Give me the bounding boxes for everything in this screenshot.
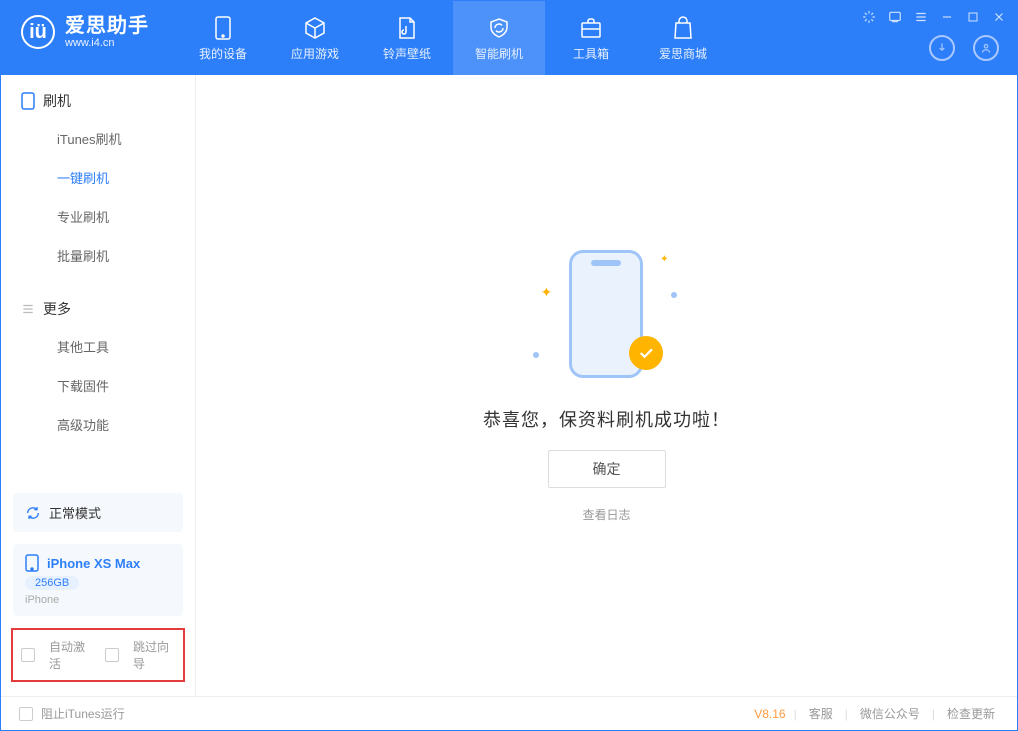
ok-button[interactable]: 确定 [548, 450, 666, 488]
phone-icon [25, 554, 39, 572]
logo-icon: iü [21, 15, 55, 49]
refresh-shield-icon [487, 15, 511, 41]
theme-icon[interactable] [861, 9, 877, 25]
version-label: V8.16 [754, 707, 785, 721]
user-icon[interactable] [973, 35, 999, 61]
device-type: iPhone [25, 594, 171, 606]
device-name: iPhone XS Max [47, 556, 140, 571]
highlighted-options: 自动激活 跳过向导 [11, 628, 185, 682]
nav-label: 铃声壁纸 [383, 45, 431, 62]
maximize-icon[interactable] [965, 9, 981, 25]
titlebar-controls [861, 9, 1007, 25]
sidebar-item-itunes-flash[interactable]: iTunes刷机 [1, 119, 195, 158]
device-icon [214, 15, 232, 41]
nav-ringtone-wallpaper[interactable]: 铃声壁纸 [361, 1, 453, 75]
nav-label: 工具箱 [573, 45, 609, 62]
music-file-icon [396, 15, 418, 41]
section-flash-header: 刷机 [1, 75, 195, 119]
auto-activate-label: 自动激活 [49, 638, 91, 672]
nav-label: 爱思商城 [659, 45, 707, 62]
check-badge-icon [629, 336, 663, 370]
nav-label: 智能刷机 [475, 45, 523, 62]
nav-my-device[interactable]: 我的设备 [177, 1, 269, 75]
nav-smart-flash[interactable]: 智能刷机 [453, 1, 545, 75]
close-icon[interactable] [991, 9, 1007, 25]
mode-card[interactable]: 正常模式 [13, 493, 183, 532]
footer-link-service[interactable]: 客服 [805, 705, 837, 722]
menu-icon[interactable] [913, 9, 929, 25]
skip-guide-label: 跳过向导 [133, 638, 175, 672]
sidebar-item-other-tools[interactable]: 其他工具 [1, 327, 195, 366]
footer: 阻止iTunes运行 V8.16 | 客服 | 微信公众号 | 检查更新 [1, 696, 1017, 730]
list-icon [21, 302, 35, 316]
section-title: 刷机 [43, 91, 71, 111]
view-log-link[interactable]: 查看日志 [582, 506, 630, 523]
sidebar-item-download-firmware[interactable]: 下载固件 [1, 366, 195, 405]
sidebar: 刷机 iTunes刷机 一键刷机 专业刷机 批量刷机 更多 其他工具 下载固件 … [1, 75, 196, 696]
app-logo: iü 爱思助手 www.i4.cn [1, 1, 167, 49]
sidebar-item-onekey-flash[interactable]: 一键刷机 [1, 158, 195, 197]
download-icon[interactable] [929, 35, 955, 61]
cube-icon [303, 15, 327, 41]
storage-badge: 256GB [25, 576, 79, 590]
sidebar-item-batch-flash[interactable]: 批量刷机 [1, 236, 195, 275]
nav-store[interactable]: 爱思商城 [637, 1, 729, 75]
footer-link-update[interactable]: 检查更新 [943, 705, 999, 722]
device-card[interactable]: iPhone XS Max 256GB iPhone [13, 544, 183, 616]
section-more-header: 更多 [1, 275, 195, 327]
sparkle-icon: ✦ [660, 254, 668, 265]
sparkle-icon: ✦ [541, 284, 553, 301]
decorative-dot [533, 352, 539, 358]
checkbox-auto-activate[interactable] [21, 648, 35, 662]
phone-icon [21, 92, 35, 110]
briefcase-icon [579, 15, 603, 41]
sidebar-item-advanced[interactable]: 高级功能 [1, 405, 195, 444]
nav-apps-games[interactable]: 应用游戏 [269, 1, 361, 75]
section-title: 更多 [43, 299, 71, 319]
nav-toolbox[interactable]: 工具箱 [545, 1, 637, 75]
nav-label: 我的设备 [199, 45, 247, 62]
main-nav: 我的设备 应用游戏 铃声壁纸 智能刷机 工具箱 爱思商城 [177, 1, 729, 75]
success-message: 恭喜您，保资料刷机成功啦！ [483, 406, 730, 432]
decorative-dot [671, 292, 677, 298]
main-content: ✦ ✦ 恭喜您，保资料刷机成功啦！ 确定 查看日志 [196, 75, 1017, 696]
app-url: www.i4.cn [65, 37, 149, 49]
nav-label: 应用游戏 [291, 45, 339, 62]
checkbox-block-itunes[interactable] [19, 707, 33, 721]
success-illustration: ✦ ✦ [547, 248, 667, 388]
feedback-icon[interactable] [887, 9, 903, 25]
mode-label: 正常模式 [49, 503, 101, 522]
minimize-icon[interactable] [939, 9, 955, 25]
sync-icon [25, 505, 41, 521]
block-itunes-label: 阻止iTunes运行 [41, 705, 125, 722]
footer-link-wechat[interactable]: 微信公众号 [856, 705, 924, 722]
sidebar-item-pro-flash[interactable]: 专业刷机 [1, 197, 195, 236]
app-header: iü 爱思助手 www.i4.cn 我的设备 应用游戏 铃声壁纸 智能刷机 [1, 1, 1017, 75]
app-name: 爱思助手 [65, 15, 149, 37]
shopping-bag-icon [672, 15, 694, 41]
checkbox-skip-guide[interactable] [105, 648, 119, 662]
